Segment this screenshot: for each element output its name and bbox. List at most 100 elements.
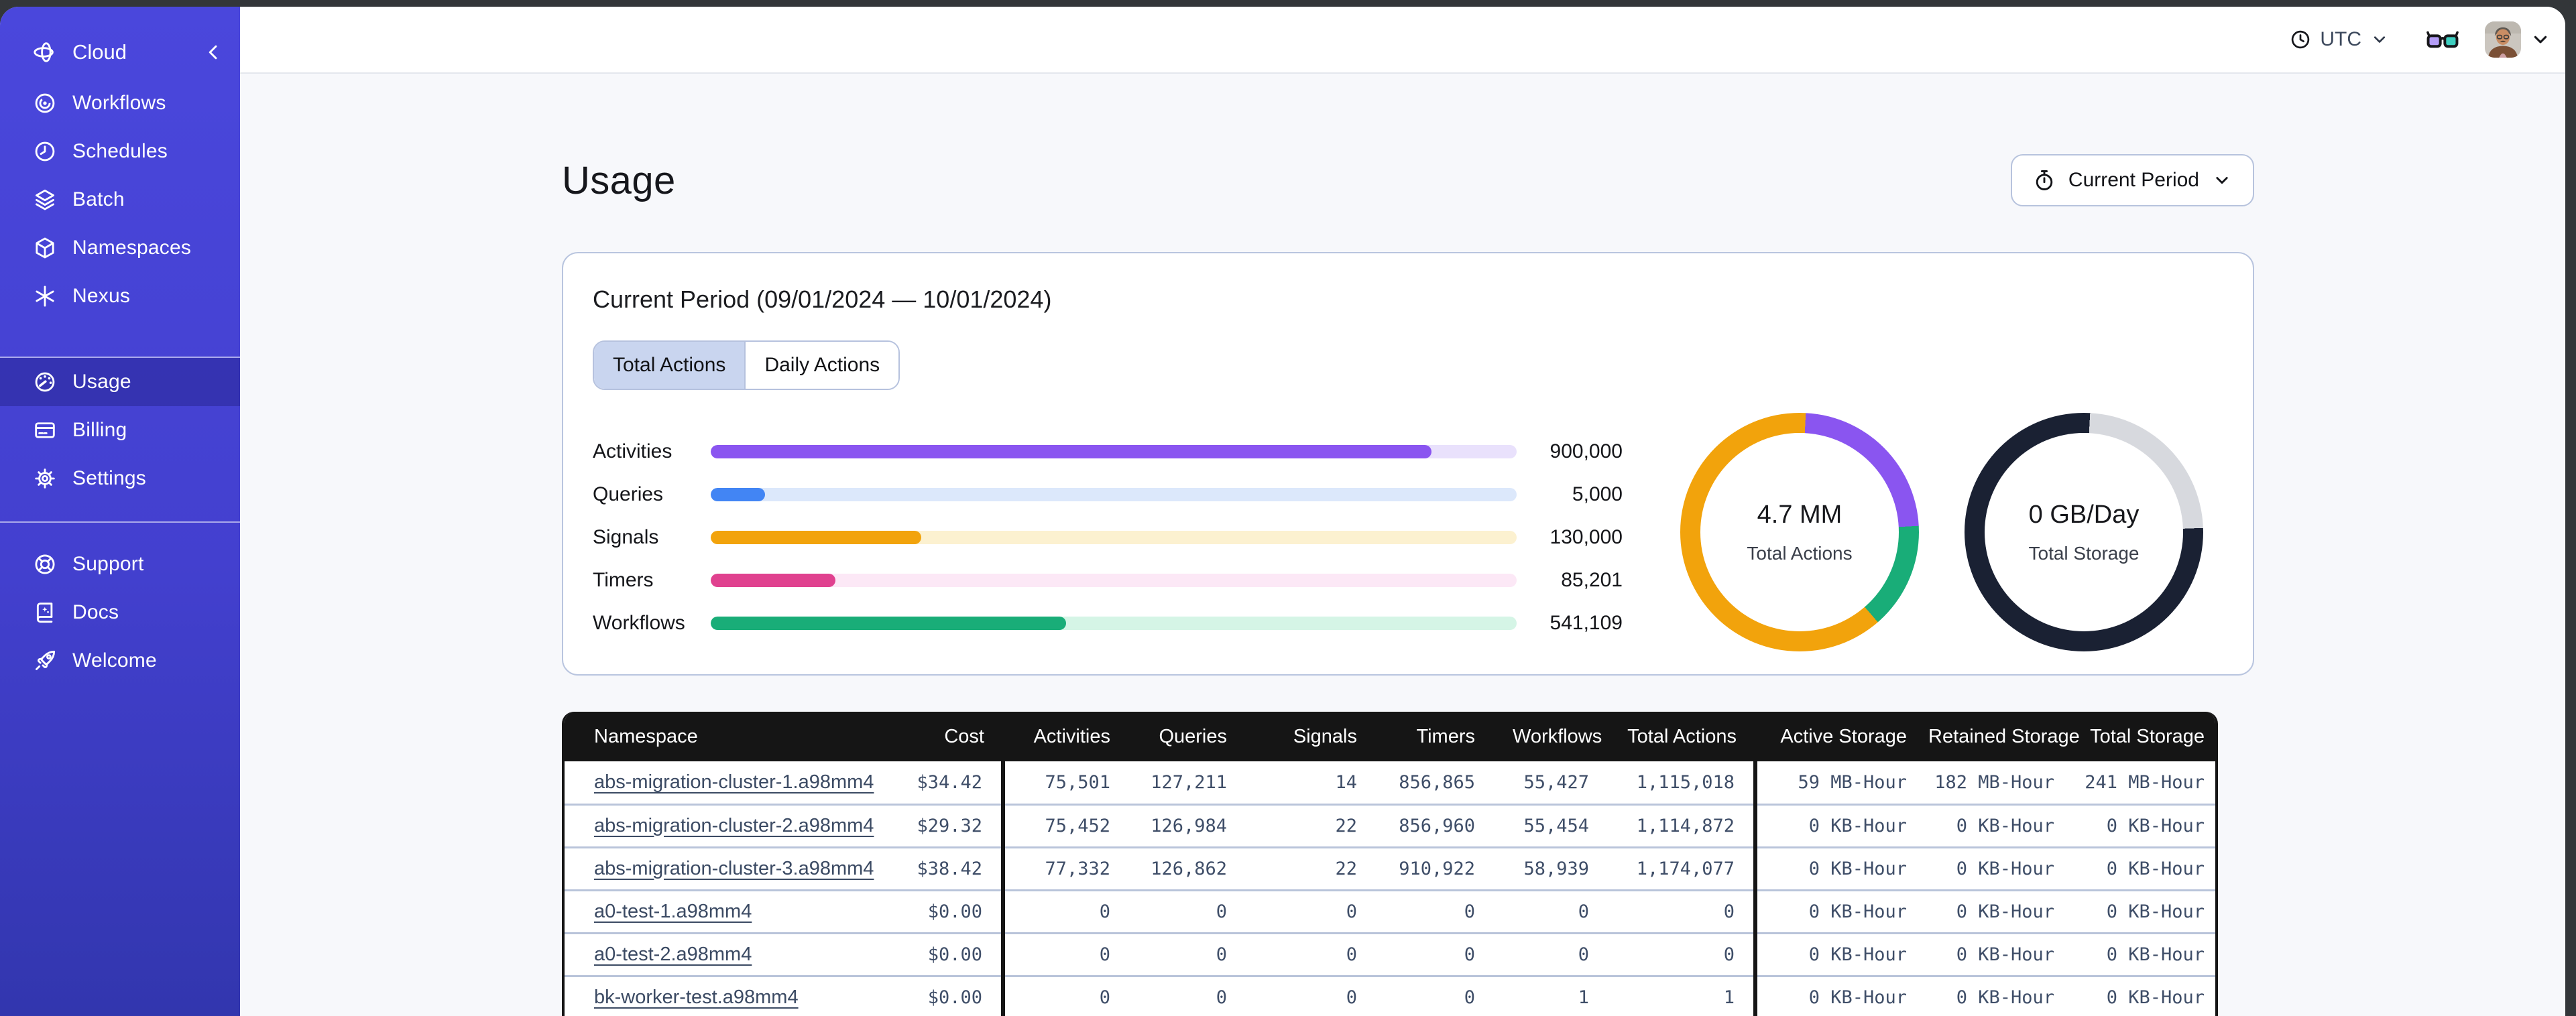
cell-active-storage: 0 KB-Hour	[1753, 803, 1918, 847]
bar-track	[711, 617, 1517, 630]
card-title: Current Period (09/01/2024 — 10/01/2024)	[593, 285, 1052, 313]
total-storage-donut: 0 GB/Day Total Storage	[1965, 413, 2203, 651]
cell-active-storage: 0 KB-Hour	[1753, 932, 1918, 976]
table-row: abs-migration-cluster-2.a98mm4 $29.32 75…	[565, 803, 2215, 847]
bar-track	[711, 445, 1517, 458]
period-button-label: Current Period	[2068, 169, 2199, 191]
donut-value: 4.7 MM	[1757, 500, 1842, 529]
cell-retained-storage: 0 KB-Hour	[1918, 974, 2065, 1016]
chevron-down-icon	[2529, 28, 2552, 51]
tab-total-actions[interactable]: Total Actions	[594, 342, 745, 389]
namespace-link[interactable]: a0-test-1.a98mm4	[594, 901, 752, 922]
sidebar-divider	[0, 521, 240, 523]
period-selector-button[interactable]: Current Period	[2010, 154, 2254, 206]
bar-value: 5,000	[1572, 483, 1623, 505]
cell-timers: 0	[1376, 932, 1494, 976]
cell-total-actions: 1,174,077	[1608, 846, 1755, 890]
timezone-selector[interactable]: UTC	[2289, 28, 2390, 51]
bar-row-activities: Activities 900,000	[593, 430, 1623, 473]
cell-queries: 0	[1129, 889, 1246, 933]
actions-tab-group: Total Actions Daily Actions	[593, 340, 900, 390]
sidebar-item-label: Billing	[72, 419, 127, 441]
tab-daily-actions[interactable]: Daily Actions	[744, 342, 899, 389]
sidebar-item-label: Docs	[72, 601, 119, 623]
cell-timers: 856,865	[1399, 771, 1475, 793]
cell-activities: 0	[1001, 974, 1129, 1016]
donut-value: 0 GB/Day	[2028, 500, 2140, 529]
table-header: Namespace Cost Activities Queries Signal…	[565, 712, 2215, 761]
namespace-usage-table: Namespace Cost Activities Queries Signal…	[562, 712, 2218, 1016]
namespace-link[interactable]: abs-migration-cluster-1.a98mm4	[594, 771, 874, 793]
cell-total-storage: 0 KB-Hour	[2065, 846, 2215, 890]
cell-total-actions: 1,115,018	[1636, 771, 1735, 793]
sidebar-item-workflows[interactable]: Workflows	[0, 79, 240, 127]
batch-icon	[32, 187, 58, 212]
bar-fill	[711, 617, 1067, 630]
sidebar-item-label: Usage	[72, 371, 131, 393]
cell-retained-storage: 0 KB-Hour	[1918, 932, 2065, 976]
sidebar-item-namespaces[interactable]: Namespaces	[0, 224, 240, 272]
col-header-total-storage: Total Storage	[2065, 712, 2215, 761]
sidebar-item-usage[interactable]: Usage	[0, 358, 240, 406]
bar-label: Timers	[593, 569, 654, 591]
sidebar-item-batch[interactable]: Batch	[0, 176, 240, 224]
cell-total-actions: 1,114,872	[1608, 803, 1755, 847]
sidebar-item-label: Namespaces	[72, 237, 192, 259]
sidebar-collapse-icon[interactable]	[202, 42, 224, 63]
chevron-down-icon	[2211, 170, 2233, 191]
cell-workflows: 0	[1494, 889, 1608, 933]
sidebar-item-support[interactable]: Support	[0, 540, 240, 588]
page-title: Usage	[562, 158, 676, 202]
avatar	[2485, 21, 2521, 58]
cell-retained-storage: 0 KB-Hour	[1918, 803, 2065, 847]
sidebar-item-label: Settings	[72, 467, 146, 489]
stopwatch-icon	[2032, 168, 2056, 192]
clock-icon	[2289, 28, 2312, 51]
sidebar-item-nexus[interactable]: Nexus	[0, 272, 240, 320]
col-header-retained-storage: Retained Storage	[1918, 712, 2080, 761]
sidebar-item-billing[interactable]: Billing	[0, 406, 240, 454]
col-header-queries: Queries	[1129, 712, 1246, 761]
cell-queries: 0	[1129, 932, 1246, 976]
cell-queries: 126,984	[1129, 803, 1246, 847]
col-header-workflows: Workflows	[1494, 712, 1608, 761]
cell-queries: 127,211	[1151, 771, 1227, 793]
cell-timers: 856,960	[1376, 803, 1494, 847]
cell-activities: 75,452	[1001, 803, 1129, 847]
col-header-active-storage: Active Storage	[1755, 712, 1918, 761]
cell-cost: $0.00	[869, 974, 1003, 1016]
cell-workflows: 55,427	[1523, 771, 1589, 793]
cell-active-storage: 0 KB-Hour	[1753, 974, 1918, 1016]
cell-activities: 0	[1001, 932, 1129, 976]
namespace-link[interactable]: abs-migration-cluster-2.a98mm4	[594, 815, 874, 836]
sidebar-item-settings[interactable]: Settings	[0, 454, 240, 503]
billing-card-icon	[32, 418, 58, 443]
labs-glasses-icon[interactable]	[2426, 28, 2459, 51]
namespace-link[interactable]: bk-worker-test.a98mm4	[594, 987, 799, 1008]
sidebar-brand[interactable]: Cloud	[0, 27, 240, 78]
table-row: bk-worker-test.a98mm4 $0.00 0 0 0 0 1 1 …	[565, 974, 2215, 1016]
user-menu[interactable]	[2485, 21, 2552, 58]
cell-signals: 22	[1246, 803, 1376, 847]
bar-track	[711, 488, 1517, 501]
bar-label: Signals	[593, 526, 659, 548]
sidebar-item-schedules[interactable]: Schedules	[0, 127, 240, 176]
workflows-icon	[32, 90, 58, 116]
sidebar-item-docs[interactable]: Docs	[0, 588, 240, 637]
table-row: a0-test-2.a98mm4 $0.00 0 0 0 0 0 0 0 KB-…	[565, 932, 2215, 976]
sidebar-item-welcome[interactable]: Welcome	[0, 637, 240, 685]
support-lifebuoy-icon	[32, 552, 58, 577]
table-row: abs-migration-cluster-3.a98mm4 $38.42 77…	[565, 846, 2215, 890]
namespaces-icon	[32, 235, 58, 261]
cell-total-storage: 0 KB-Hour	[2065, 932, 2215, 976]
app-window: Cloud Workflows Schedules Batch Namespac…	[0, 7, 2565, 1016]
namespace-link[interactable]: abs-migration-cluster-3.a98mm4	[594, 858, 874, 879]
cell-active-storage: 59 MB-Hour	[1753, 761, 1918, 804]
bar-value: 130,000	[1549, 526, 1623, 548]
cell-total-actions: 1	[1608, 974, 1755, 1016]
cell-cost: $38.42	[869, 846, 1003, 890]
col-header-timers: Timers	[1376, 712, 1494, 761]
cell-signals: 14	[1335, 771, 1357, 793]
namespace-link[interactable]: a0-test-2.a98mm4	[594, 944, 752, 965]
bar-row-signals: Signals 130,000	[593, 516, 1623, 559]
